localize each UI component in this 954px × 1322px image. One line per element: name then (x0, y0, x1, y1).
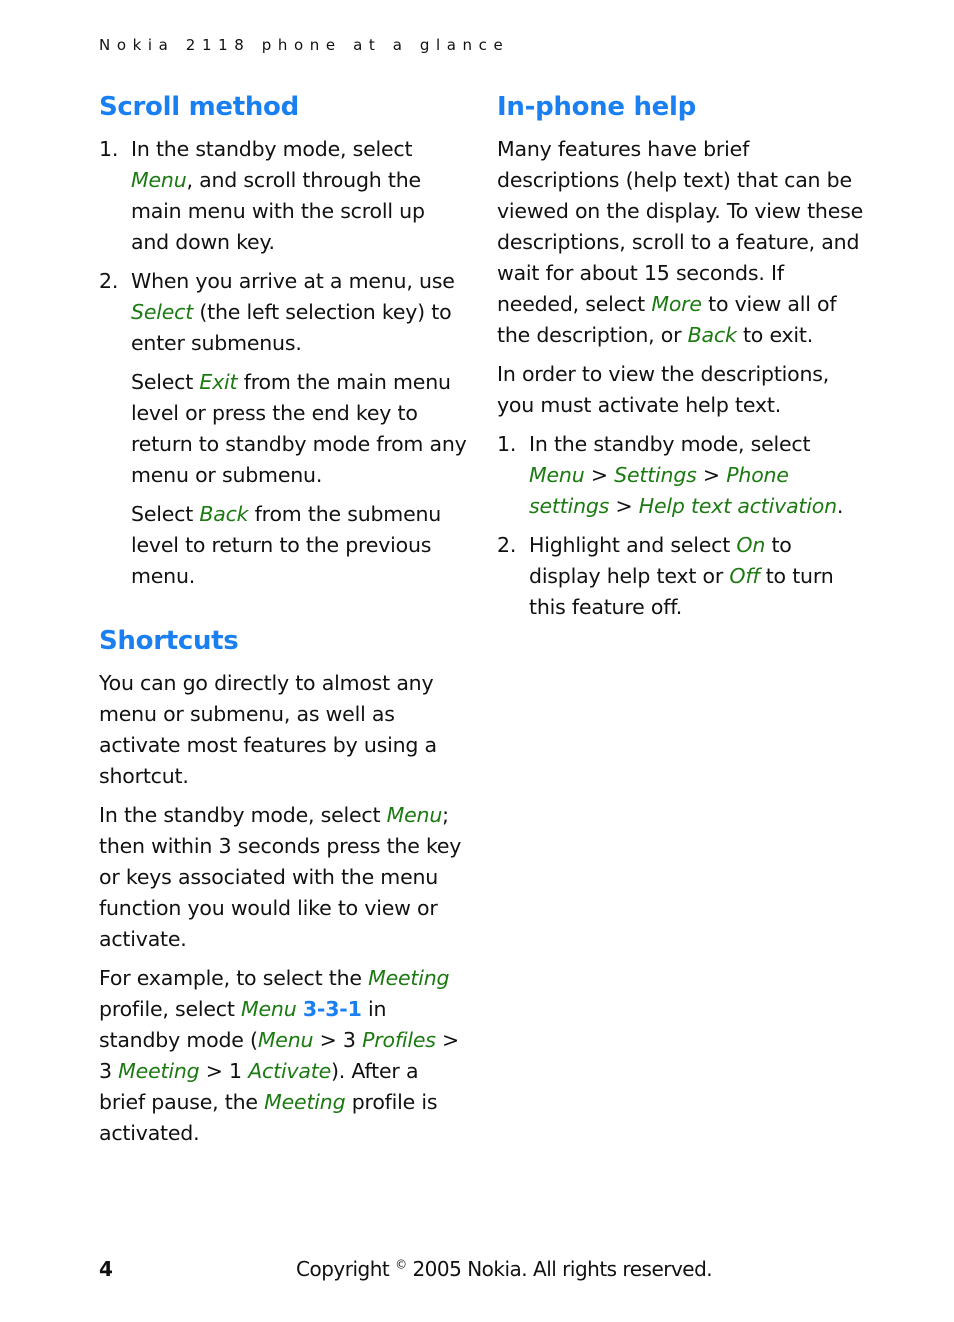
keyword: Back (199, 502, 249, 526)
text: > (696, 463, 727, 487)
list-item: 1. In the standby mode, select Menu > Se… (497, 429, 867, 522)
shortcuts-heading: Shortcuts (99, 626, 239, 656)
keyword: Meeting (368, 966, 450, 990)
page-number: 4 (99, 1257, 113, 1281)
shortcuts-instructions: In the standby mode, select Menu; then w… (99, 800, 469, 955)
exit-note: Select Exit from the main menu level or … (99, 367, 469, 491)
text: > 1 (199, 1059, 249, 1083)
text: Select (131, 370, 200, 394)
step-number: 1. (497, 432, 517, 456)
text: When you arrive at a menu, use (131, 269, 455, 293)
keyword: More (651, 292, 702, 316)
text: Select (131, 502, 200, 526)
scroll-method-heading: Scroll method (99, 92, 299, 122)
step-number: 2. (497, 533, 517, 557)
help-intro: Many features have brief descriptions (h… (497, 134, 867, 351)
shortcuts-intro: You can go directly to almost any menu o… (99, 671, 437, 788)
text: For example, to select the (99, 966, 369, 990)
text: In the standby mode, select (529, 432, 811, 456)
keyword: Menu (386, 803, 443, 827)
keyword: Help text activation (638, 494, 837, 518)
help-steps: 1. In the standby mode, select Menu > Se… (497, 429, 867, 623)
keyword: Menu (529, 463, 585, 487)
keyword: Menu (241, 997, 297, 1021)
keyword: Settings (614, 463, 697, 487)
scroll-method-steps: 1. In the standby mode, select Menu, and… (99, 134, 469, 359)
text: > (584, 463, 615, 487)
text: 2005 Nokia. All rights reserved. (406, 1257, 713, 1281)
shortcuts-example: For example, to select the Meeting profi… (99, 963, 469, 1149)
keyword: Menu (131, 168, 187, 192)
list-item: 2. When you arrive at a menu, use Select… (99, 266, 469, 359)
step-number: 2. (99, 269, 119, 293)
keyword: Select (131, 300, 194, 324)
copyright-symbol: © (395, 1257, 407, 1272)
copyright-notice: Copyright © 2005 Nokia. All rights reser… (296, 1257, 713, 1281)
text: profile, select (99, 997, 242, 1021)
text: Highlight and select (529, 533, 737, 557)
shortcut-code: 3-3-1 (302, 997, 362, 1021)
text: In the standby mode, select (99, 803, 387, 827)
text: In the standby mode, select (131, 137, 413, 161)
text: > 3 (313, 1028, 363, 1052)
keyword: Exit (199, 370, 238, 394)
step-number: 1. (99, 137, 119, 161)
keyword: Meeting (264, 1090, 346, 1114)
help-activation-note: In order to view the descriptions, you m… (497, 362, 830, 417)
back-note: Select Back from the submenu level to re… (99, 499, 469, 592)
keyword: On (736, 533, 766, 557)
list-item: 2. Highlight and select On to display he… (497, 530, 867, 623)
keyword: Menu (257, 1028, 314, 1052)
running-header: Nokia 2118 phone at a glance (99, 36, 510, 54)
keyword: Back (687, 323, 737, 347)
keyword: Meeting (118, 1059, 200, 1083)
left-column: Scroll method 1. In the standby mode, se… (99, 88, 469, 1157)
text: > (609, 494, 639, 518)
text: Many features have brief descriptions (h… (497, 137, 864, 316)
text: Copyright (296, 1257, 396, 1281)
text: . (836, 494, 844, 518)
keyword: Profiles (362, 1028, 436, 1052)
keyword: Off (729, 564, 760, 588)
list-item: 1. In the standby mode, select Menu, and… (99, 134, 469, 258)
right-column: In-phone help Many features have brief d… (497, 88, 867, 631)
inphone-help-heading: In-phone help (497, 92, 696, 122)
text: to exit. (736, 323, 814, 347)
keyword: Activate (248, 1059, 331, 1083)
